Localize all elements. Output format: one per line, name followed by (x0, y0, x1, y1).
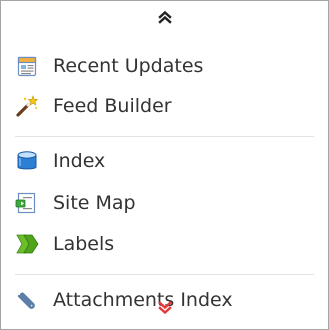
menu-item-recent-updates[interactable]: Recent Updates (15, 51, 315, 81)
menu-item-label: Site Map (53, 192, 136, 214)
scroll-up-button[interactable] (1, 1, 328, 33)
menu-item-labels[interactable]: Labels (15, 229, 315, 259)
scroll-down-button[interactable] (1, 301, 328, 329)
database-icon (17, 151, 37, 170)
menu-item-site-map[interactable]: Site Map (15, 188, 315, 218)
menu-item-label: Recent Updates (53, 55, 204, 77)
double-chevron-up-icon (157, 10, 172, 24)
menu-item-label: Index (53, 150, 106, 172)
label-tag-icon (16, 234, 39, 254)
dropdown-menu: Recent Updates Feed Builder Index Site M… (0, 0, 329, 330)
sitemap-icon (15, 192, 36, 214)
menu-item-feed-builder[interactable]: Feed Builder (15, 91, 315, 121)
double-chevron-down-icon (157, 301, 172, 315)
menu-item-label: Feed Builder (53, 95, 172, 117)
page-icon (17, 56, 37, 77)
menu-separator (15, 136, 314, 137)
menu-item-label: Labels (53, 233, 115, 255)
menu-item-index[interactable]: Index (15, 146, 315, 176)
menu-separator (15, 274, 314, 275)
magic-wand-icon (16, 95, 39, 117)
